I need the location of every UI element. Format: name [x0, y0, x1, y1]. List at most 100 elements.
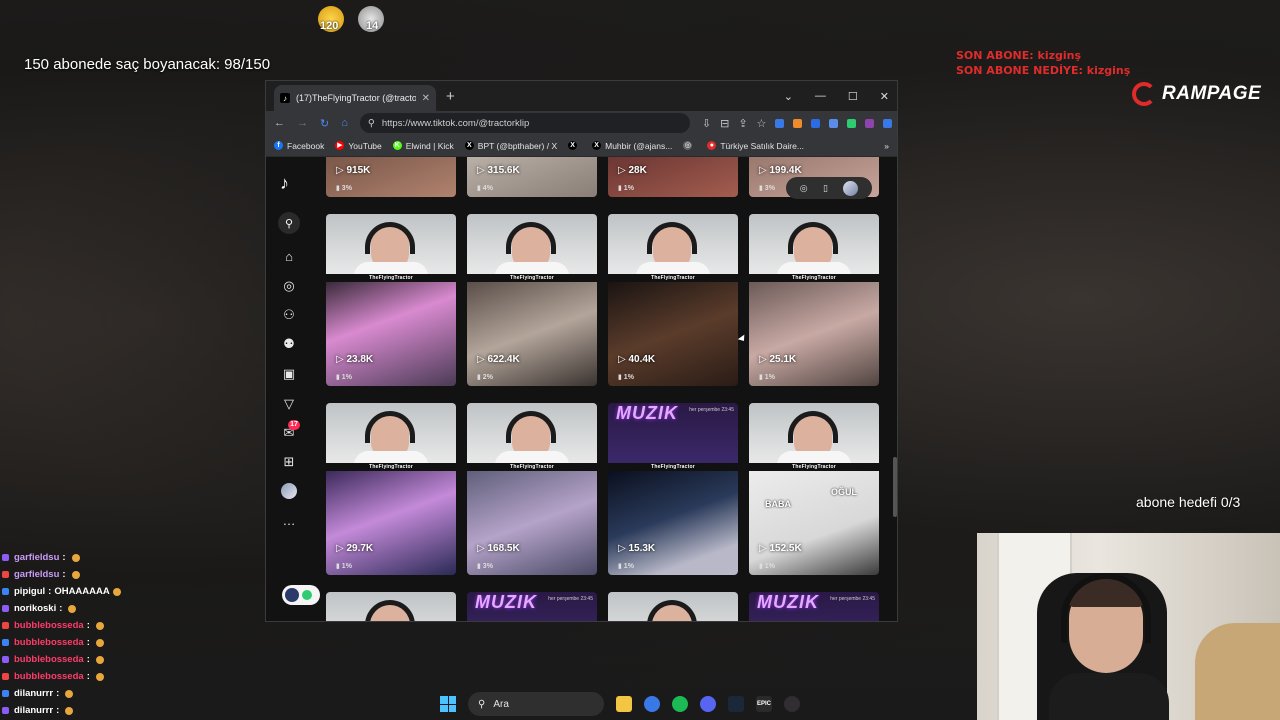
engagement-percent: ▮ 1% — [759, 562, 775, 570]
tab-close-icon[interactable]: ✕ — [422, 93, 430, 104]
video-thumbnail[interactable]: TheFlyingTractorMUZIKher perşembe 23:45 — [749, 592, 879, 621]
video-thumbnail[interactable]: TheFlyingTractor ▷ 29.7K ▮ 1% — [326, 403, 456, 575]
video-thumbnail[interactable]: TheFlyingTractor BABA OĞUL ▷ 152.5K ▮ 1% — [749, 403, 879, 575]
bookmark-item[interactable]: ▶ YouTube — [335, 141, 382, 151]
activity-nav-icon[interactable]: ▽ — [280, 395, 298, 413]
video-thumbnail[interactable]: TheFlyingTractor ▷ 40.4K ▮ 1% — [608, 214, 738, 386]
search-icon[interactable]: ⚲ — [278, 212, 300, 234]
spotify-icon[interactable] — [672, 696, 688, 712]
video-thumbnail[interactable]: TheFlyingTractor — [608, 592, 738, 621]
following-nav-icon[interactable]: ⚇ — [280, 306, 298, 324]
extension-purple-icon[interactable] — [865, 118, 875, 128]
thumbnail-image — [326, 471, 456, 575]
extension-puzzle-icon[interactable] — [829, 118, 839, 128]
new-tab-button[interactable]: + — [446, 88, 455, 105]
video-thumbnail[interactable]: TheFlyingTractor — [326, 592, 456, 621]
extension-blue-icon[interactable] — [811, 118, 821, 128]
video-thumbnail[interactable]: ▷ 28K ▮ 1% — [608, 157, 738, 197]
upload-nav-icon[interactable]: ⊞ — [280, 453, 298, 471]
taskbar-search[interactable]: ⚲ Ara — [468, 692, 604, 716]
obs-icon[interactable] — [784, 696, 800, 712]
muzik-schedule: her perşembe 23:45 — [830, 596, 875, 602]
tiktok-logo-icon[interactable]: ♪ — [280, 173, 289, 194]
chat-separator: : — [86, 637, 90, 648]
install-app-icon[interactable]: ⇩ — [702, 117, 711, 130]
discord-icon[interactable] — [700, 696, 716, 712]
phone-icon[interactable]: ▯ — [823, 183, 828, 194]
chat-message-text: OHAAAAAA — [54, 586, 110, 597]
play-icon: ▷ — [477, 165, 488, 176]
video-thumbnail[interactable]: ▷ 315.6K ▮ 4% — [467, 157, 597, 197]
video-thumbnail[interactable]: TheFlyingTractor ▷ 25.1K ▮ 1% — [749, 214, 879, 386]
live-nav-icon[interactable]: ▣ — [280, 365, 298, 383]
site-info-icon[interactable]: ⚲ — [368, 118, 375, 129]
bookmark-item[interactable]: K Elwind | Kick — [392, 141, 454, 151]
compass-icon[interactable]: ◎ — [800, 183, 808, 194]
bookmark-star-icon[interactable]: ☆ — [757, 117, 767, 130]
view-count: ▷ 199.4K — [759, 165, 802, 176]
forward-icon[interactable]: → — [297, 117, 308, 129]
friends-nav-icon[interactable]: ⚉ — [280, 335, 298, 353]
engagement-percent-value: 3% — [341, 185, 352, 192]
bookmark-favicon-icon: X — [568, 141, 578, 150]
windows-start-icon[interactable] — [440, 696, 456, 712]
view-count: ▷ 25.1K — [759, 354, 796, 365]
steam-icon[interactable] — [728, 696, 744, 712]
engagement-percent-value: 1% — [341, 374, 352, 381]
thumbnail-streamer-frame — [608, 592, 738, 621]
view-count-value: 622.4K — [487, 354, 520, 365]
bookmark-item[interactable]: ◎ — [683, 141, 696, 150]
video-thumbnail[interactable]: TheFlyingTractorMUZIKher perşembe 23:45 — [467, 592, 597, 621]
taskbar-search-placeholder: Ara — [493, 698, 509, 710]
browser-tab[interactable]: ♪ (17)TheFlyingTractor (@tractorkl ✕ — [274, 85, 436, 111]
video-thumbnail[interactable]: TheFlyingTractor ▷ 168.5K ▮ 3% — [467, 403, 597, 575]
extension-audio-icon[interactable] — [775, 118, 785, 128]
coins-pill[interactable] — [282, 585, 320, 605]
extension-green-icon[interactable] — [847, 118, 857, 128]
video-thumbnail[interactable]: TheFlyingTractor ▷ 23.8K ▮ 1% — [326, 214, 456, 386]
bookmarks-overflow-icon[interactable]: » — [884, 141, 889, 151]
bookmark-label: Muhbir (@ajans... — [605, 140, 673, 151]
address-bar[interactable]: ⚲ https://www.tiktok.com/@tractorklip — [359, 113, 690, 133]
minimize-button[interactable]: — — [815, 90, 826, 102]
explore-nav-icon[interactable]: ◎ — [280, 277, 298, 295]
bookmark-item[interactable]: X — [568, 141, 581, 150]
floating-avatar[interactable] — [843, 180, 859, 196]
reload-icon[interactable]: ↻ — [320, 117, 329, 130]
browser-titlebar: ♪ (17)TheFlyingTractor (@tractorkl ✕ + ⌄… — [266, 81, 897, 111]
more-nav-icon[interactable]: … — [280, 511, 298, 529]
back-icon[interactable]: ← — [274, 117, 285, 129]
bookmark-favicon-icon: f — [274, 141, 283, 150]
bookmark-favicon-icon: ▶ — [335, 141, 345, 150]
engagement-percent: ▮ 4% — [477, 184, 493, 192]
chat-emote-icon — [95, 655, 104, 664]
bookmark-item[interactable]: ● Türkiye Satılık Daire... — [707, 141, 804, 151]
file-explorer-icon[interactable] — [616, 696, 632, 712]
muzik-schedule: her perşembe 23:45 — [689, 407, 734, 413]
chat-emote-icon — [65, 706, 74, 715]
engagement-percent-value: 1% — [623, 563, 634, 570]
home-icon[interactable]: ⌂ — [341, 117, 348, 129]
thumbnail-channel-name: TheFlyingTractor — [467, 274, 597, 282]
extension-sidebar-icon[interactable] — [883, 118, 893, 128]
video-thumbnail[interactable]: ▷ 915K ▮ 3% — [326, 157, 456, 197]
share-icon[interactable]: ⇪ — [738, 117, 747, 130]
bookmark-item[interactable]: f Facebook — [274, 141, 324, 151]
epic-games-icon[interactable]: EPIC — [756, 696, 772, 712]
tab-search-icon[interactable]: ⌄ — [784, 90, 793, 103]
home-nav-icon[interactable]: ⌂ — [280, 247, 298, 265]
chat-separator: : — [86, 654, 90, 665]
page-scrollbar[interactable] — [893, 457, 897, 517]
translate-icon[interactable]: ⊟ — [720, 117, 729, 130]
browser-window: ♪ (17)TheFlyingTractor (@tractorkl ✕ + ⌄… — [265, 80, 898, 622]
chat-badge-icon — [2, 639, 9, 646]
bookmark-item[interactable]: X Muhbir (@ajans... — [592, 141, 672, 151]
video-thumbnail[interactable]: TheFlyingTractor MUZIK her perşembe 23:45 ▷… — [608, 403, 738, 575]
bookmark-item[interactable]: X BPT (@bpthaber) / X — [464, 141, 557, 151]
close-window-button[interactable]: ✕ — [880, 90, 889, 103]
maximize-button[interactable]: ☐ — [848, 90, 858, 103]
video-thumbnail[interactable]: TheFlyingTractor ▷ 622.4K ▮ 2% — [467, 214, 597, 386]
chrome-icon[interactable] — [644, 696, 660, 712]
extension-orange-icon[interactable] — [793, 118, 803, 128]
profile-avatar-nav[interactable] — [281, 483, 297, 499]
